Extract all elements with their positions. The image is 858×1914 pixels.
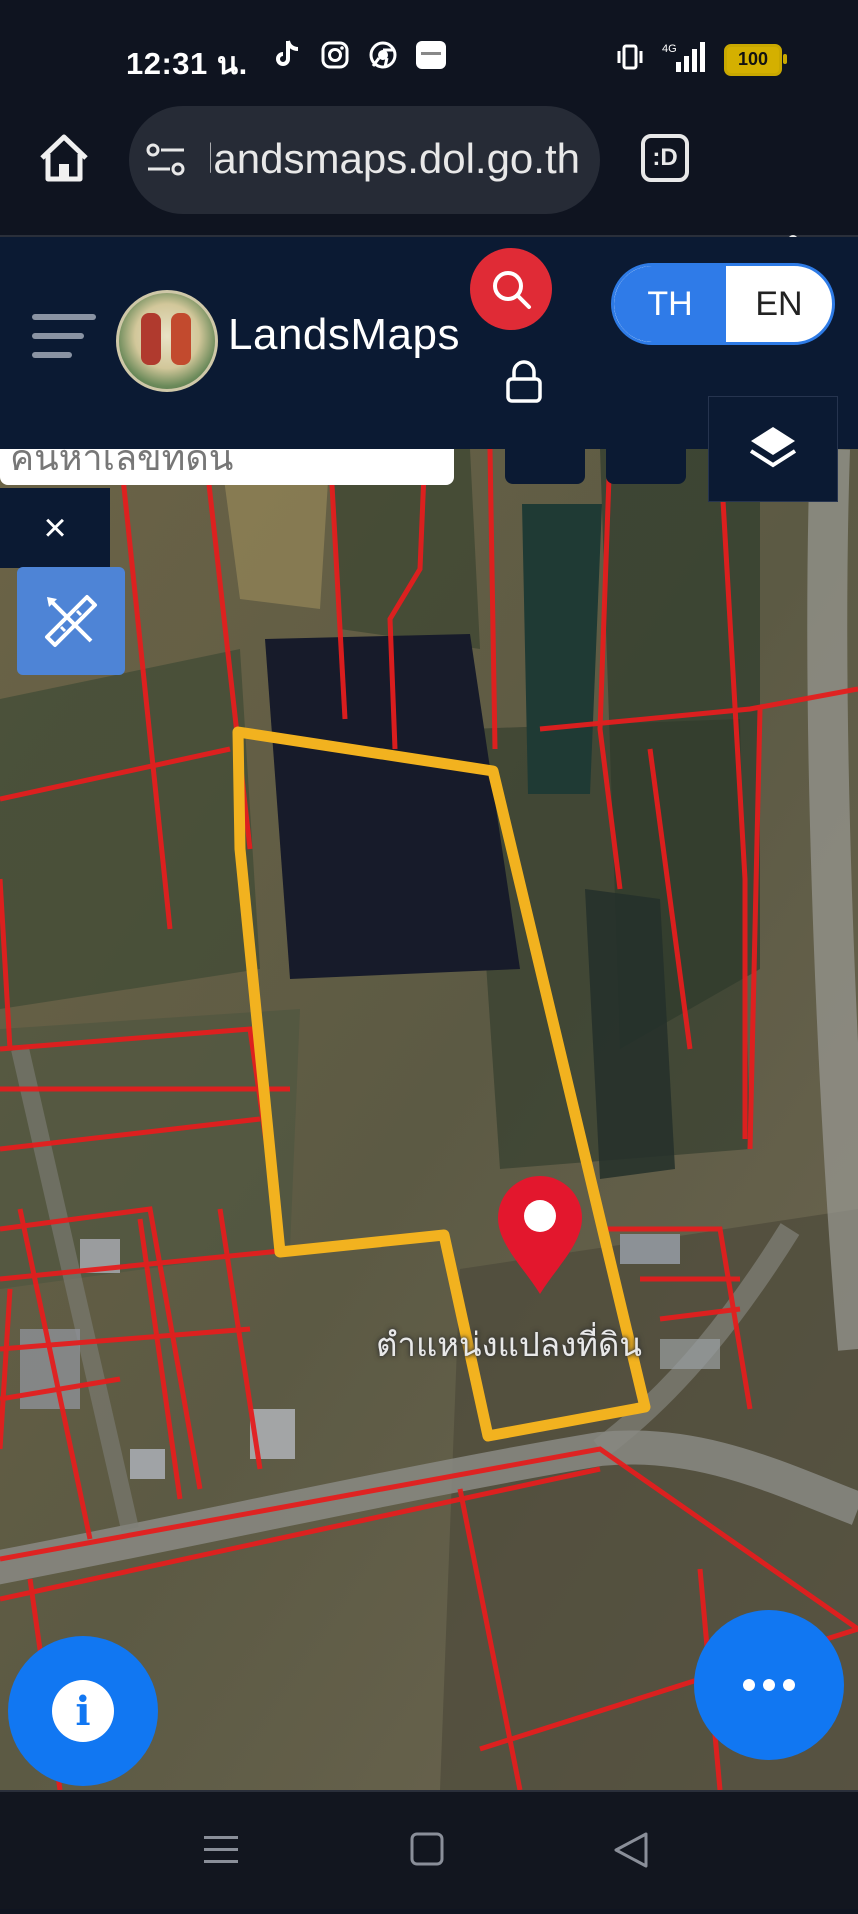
site-settings-icon[interactable] [144, 140, 188, 180]
home-icon [40, 134, 88, 182]
map-tool-button-2[interactable] [606, 446, 686, 484]
status-time: 12:31 น. [126, 46, 248, 81]
notification-icons [270, 38, 448, 72]
info-icon: i [52, 1680, 114, 1742]
signal-icon: 4G [662, 40, 706, 79]
department-seal-logo [116, 290, 218, 392]
system-indicators: 4G 100 [616, 40, 787, 79]
home-button[interactable] [36, 130, 92, 186]
marker-label: ตำแหน่งแปลงที่ดิน [376, 1326, 642, 1363]
menu-icon [32, 314, 96, 358]
search-input-text: ค้นหาเลขที่ดิน [10, 449, 234, 478]
status-bar: 12:31 น. 4G 100 [0, 0, 858, 100]
hamburger-menu-button[interactable] [32, 312, 96, 360]
search-icon [493, 271, 531, 309]
url-value: landsmaps.dol.go.th [210, 135, 580, 182]
brand-title: LandsMaps [228, 310, 460, 359]
map-canvas [0, 449, 858, 1790]
info-button[interactable]: i [8, 1636, 158, 1786]
search-button[interactable] [470, 248, 552, 330]
map-tool-button-1[interactable] [505, 446, 585, 484]
location-pin-icon[interactable] [494, 1172, 586, 1296]
lock-icon [506, 360, 542, 403]
battery-indicator: 100 [724, 43, 787, 76]
more-options-button[interactable] [694, 1610, 844, 1760]
instagram-icon [318, 38, 352, 72]
satellite-map[interactable] [0, 449, 858, 1790]
lang-th-option[interactable]: TH [614, 266, 726, 342]
layers-button[interactable] [708, 396, 838, 502]
app-notification-icon [414, 38, 448, 72]
login-lock-button[interactable] [504, 360, 544, 404]
close-icon: × [43, 505, 67, 550]
ruler-pencil-icon [45, 595, 97, 647]
chrome-icon [366, 38, 400, 72]
language-toggle[interactable]: TH EN [611, 263, 835, 345]
tab-switcher-button[interactable]: :D [641, 134, 689, 182]
measure-draw-button[interactable] [17, 567, 125, 675]
recents-icon[interactable] [204, 1836, 238, 1863]
parcel-search-input[interactable]: ค้นหาเลขที่ดิน [0, 449, 454, 485]
tiktok-icon [270, 38, 304, 72]
network-type-label: 4G [662, 43, 677, 55]
close-panel-button[interactable]: × [0, 488, 110, 568]
system-navigation-bar [0, 1790, 858, 1909]
home-nav-icon[interactable] [410, 1832, 444, 1866]
layers-icon [749, 427, 797, 468]
url-text[interactable]: landsmaps.dol.go.th [210, 135, 580, 185]
more-horiz-icon [743, 1679, 795, 1691]
back-icon[interactable] [614, 1832, 648, 1868]
vibrate-icon [616, 42, 644, 77]
lang-en-option[interactable]: EN [726, 266, 832, 342]
